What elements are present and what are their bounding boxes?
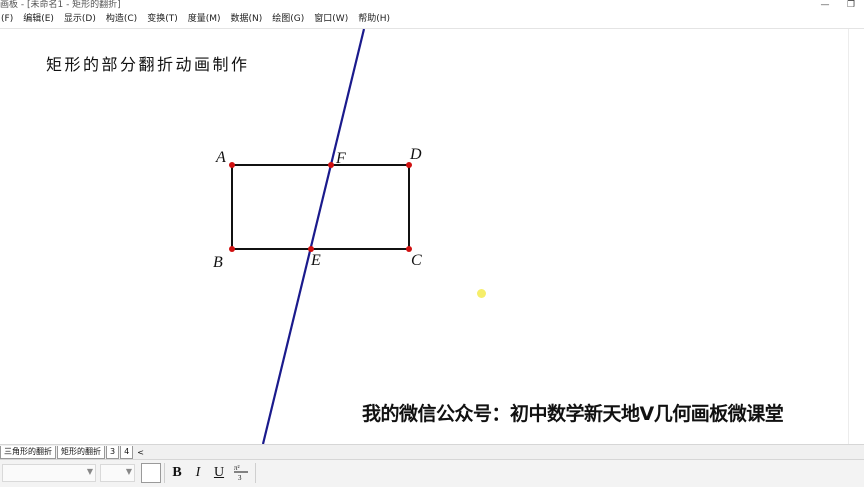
menu-construct[interactable]: 构造(C) (105, 11, 138, 28)
text-toolbar: ▼ ▼ B I U π² 3 (0, 459, 864, 487)
font-family-select[interactable]: ▼ (2, 464, 96, 482)
menu-window[interactable]: 窗口(W) (313, 11, 349, 28)
title-bar: 画板 - [未命名1 - 矩形的翻折] — ❐ (0, 0, 864, 11)
fold-line[interactable] (261, 29, 366, 444)
tab-page-3[interactable]: 3 (106, 446, 120, 459)
label-d[interactable]: D (409, 146, 422, 163)
menu-file[interactable]: (F) (0, 11, 14, 28)
menu-graph[interactable]: 绘图(G) (271, 11, 305, 28)
font-size-select[interactable]: ▼ (100, 464, 135, 482)
tab-scroll-left[interactable]: < (134, 447, 147, 459)
italic-button[interactable]: I (189, 462, 207, 484)
menu-edit[interactable]: 编辑(E) (22, 11, 55, 28)
tab-rectangle-fold[interactable]: 矩形的翻折 (57, 446, 105, 459)
watermark-text: 我的微信公众号：初中数学新天地V几何画板微课堂 (362, 403, 784, 425)
menu-bar: (F) 编辑(E) 显示(D) 构造(C) 变换(T) 度量(M) 数据(N) … (0, 11, 864, 29)
label-a[interactable]: A (215, 149, 226, 166)
menu-help[interactable]: 帮助(H) (357, 11, 391, 28)
point-b[interactable] (229, 246, 235, 252)
point-a[interactable] (229, 162, 235, 168)
geometry-figure: A F D B E C (213, 29, 422, 444)
chevron-down-icon: ▼ (125, 467, 132, 476)
tab-page-4[interactable]: 4 (120, 446, 134, 459)
chevron-down-icon: ▼ (86, 467, 93, 476)
tab-triangle-fold[interactable]: 三角形的翻折 (0, 446, 56, 459)
window-title: 画板 - [未命名1 - 矩形的翻折] (0, 0, 121, 10)
svg-text:π²: π² (234, 464, 240, 472)
bold-button[interactable]: B (168, 462, 186, 484)
svg-text:3: 3 (238, 474, 242, 482)
menu-transform[interactable]: 变换(T) (146, 11, 179, 28)
label-c[interactable]: C (411, 252, 422, 269)
label-f[interactable]: F (335, 150, 346, 167)
cursor-highlight (477, 289, 486, 298)
fraction-icon[interactable]: π² 3 (231, 462, 251, 484)
restore-button[interactable]: ❐ (838, 0, 864, 11)
label-b[interactable]: B (213, 254, 223, 271)
toolbar-divider (164, 463, 165, 483)
menu-display[interactable]: 显示(D) (63, 11, 97, 28)
minimize-button[interactable]: — (812, 0, 838, 11)
menu-data[interactable]: 数据(N) (230, 11, 264, 28)
menu-measure[interactable]: 度量(M) (187, 11, 222, 28)
toolbar-divider (255, 463, 256, 483)
underline-button[interactable]: U (210, 462, 228, 484)
page-tab-bar: 三角形的翻折 矩形的翻折 3 4 < (0, 444, 864, 459)
label-e[interactable]: E (310, 252, 321, 269)
vertical-scrollbar[interactable] (848, 29, 864, 444)
fraction-icon-svg: π² 3 (234, 464, 248, 482)
point-f[interactable] (328, 162, 334, 168)
text-color-button[interactable] (141, 463, 161, 483)
window-controls: — ❐ (812, 0, 864, 11)
sketch-canvas[interactable]: 矩形的部分翻折动画制作 A F D B E C 我的微信公众号：初中数学新天地V… (0, 29, 849, 444)
